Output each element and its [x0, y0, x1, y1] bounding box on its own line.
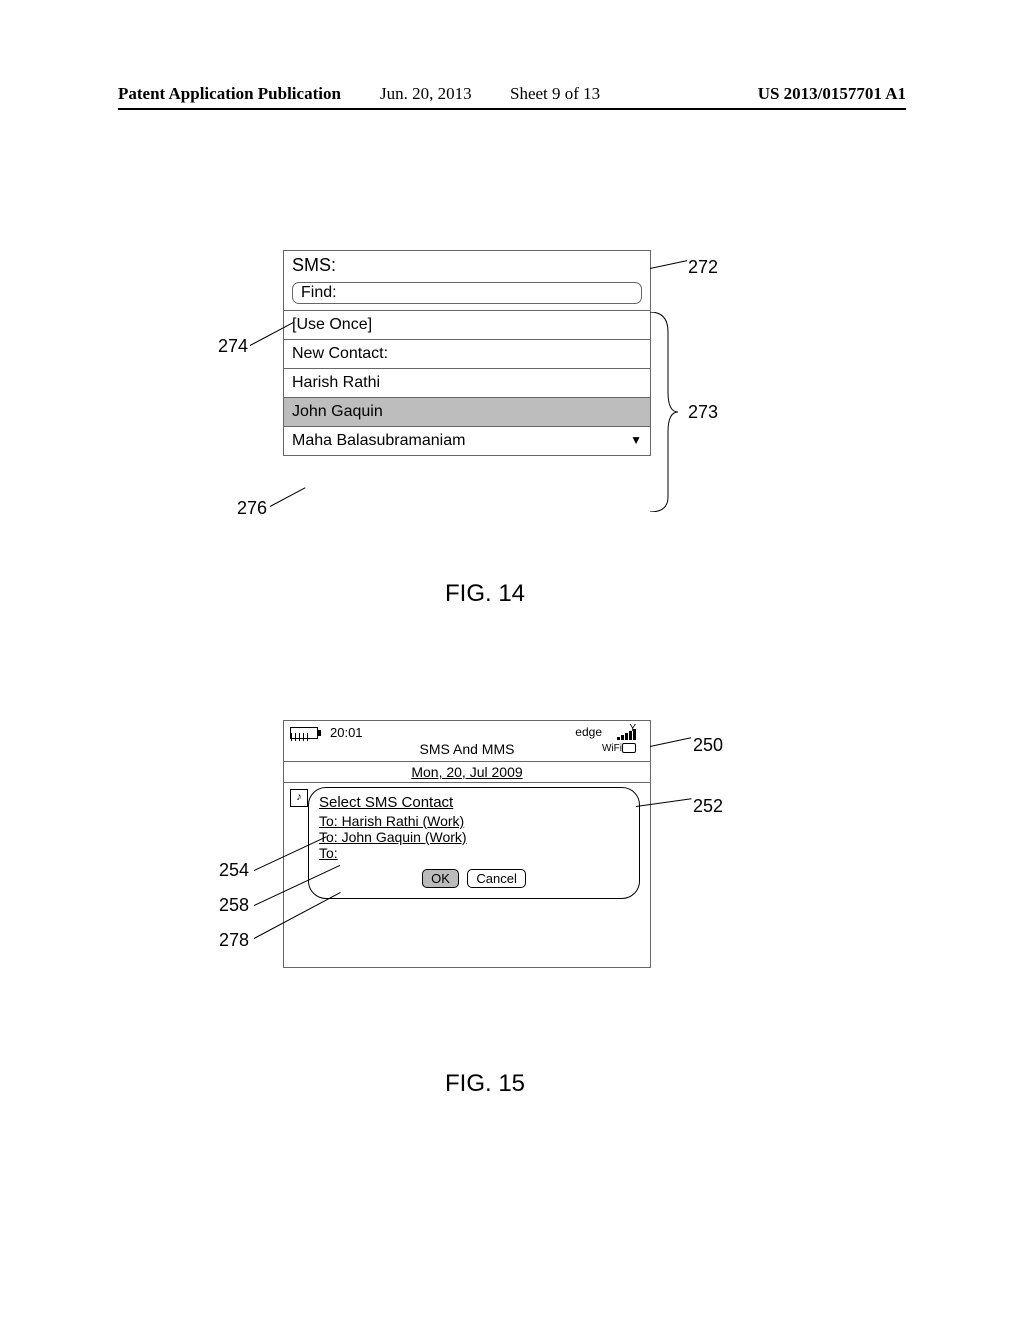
status-time: 20:01: [330, 725, 363, 740]
header-pubno: US 2013/0157701 A1: [758, 84, 906, 104]
list-item-harish[interactable]: Harish Rathi: [284, 368, 650, 397]
status-wifi: WiFi: [602, 743, 636, 754]
cancel-button[interactable]: Cancel: [467, 869, 525, 888]
dialog-buttons: OK Cancel: [319, 869, 629, 888]
dialog-to-line-1: To: Harish Rathi (Work): [319, 813, 629, 829]
phone-screen: 20:01 SMS And MMS edge Y WiFi Mon, 20, J…: [283, 720, 651, 968]
contact-picker-panel: SMS: Find: [Use Once] New Contact: Haris…: [283, 250, 651, 456]
list-item-new-contact[interactable]: New Contact:: [284, 339, 650, 368]
message-content: ♪ 54 Select SMS Contact To: Harish Rathi…: [284, 783, 650, 937]
lead-276: [270, 487, 306, 507]
lead-250: [650, 737, 691, 747]
wifi-label: WiFi: [602, 743, 622, 754]
fig14: SMS: Find: [Use Once] New Contact: Haris…: [283, 250, 649, 456]
header-sheet: Sheet 9 of 13: [510, 84, 600, 104]
ref-278: 278: [219, 930, 249, 951]
ref-250: 250: [693, 735, 723, 756]
ref-258: 258: [219, 895, 249, 916]
battery-icon: [290, 727, 318, 739]
lead-272: [650, 260, 687, 269]
dialog-title: Select SMS Contact: [319, 794, 453, 811]
status-network-edge: edge: [575, 725, 602, 739]
list-item-use-once[interactable]: [Use Once]: [284, 310, 650, 339]
header-rule: [118, 108, 906, 110]
bracket-273: [650, 312, 680, 512]
ref-273: 273: [688, 402, 718, 423]
date-bar: Mon, 20, Jul 2009: [284, 762, 650, 783]
wifi-icon: [622, 743, 636, 753]
ref-252: 252: [693, 796, 723, 817]
ref-274: 274: [218, 336, 248, 357]
select-contact-dialog: Select SMS Contact To: Harish Rathi (Wor…: [308, 787, 640, 899]
status-bar: 20:01 SMS And MMS edge Y WiFi: [284, 721, 650, 762]
sms-label: SMS:: [284, 251, 650, 280]
fig15: 20:01 SMS And MMS edge Y WiFi Mon, 20, J…: [283, 720, 649, 968]
list-item-maha[interactable]: Maha Balasubramaniam: [284, 426, 650, 455]
ref-254: 254: [219, 860, 249, 881]
dialog-to-line-2: To: John Gaquin (Work): [319, 829, 629, 845]
dialog-to-line-3[interactable]: To:: [319, 845, 629, 861]
list-item-john-selected[interactable]: John Gaquin: [284, 397, 650, 426]
header-date: Jun. 20, 2013: [380, 84, 472, 104]
ref-276: 276: [237, 498, 267, 519]
find-input[interactable]: Find:: [292, 282, 642, 304]
find-row: Find:: [284, 280, 650, 310]
status-title: SMS And MMS: [284, 741, 650, 757]
header-publication: Patent Application Publication: [118, 84, 341, 104]
fig15-caption: FIG. 15: [445, 1070, 525, 1098]
fig14-caption: FIG. 14: [445, 580, 525, 608]
ref-272: 272: [688, 257, 718, 278]
ok-button[interactable]: OK: [422, 869, 459, 888]
music-note-icon: ♪: [290, 789, 308, 807]
